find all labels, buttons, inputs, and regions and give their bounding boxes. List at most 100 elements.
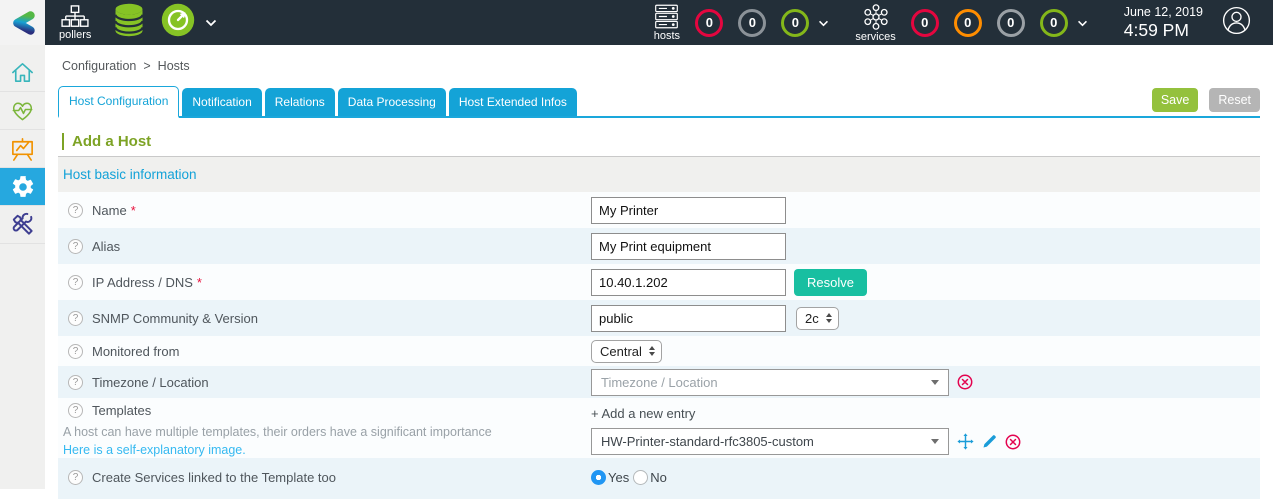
- form-row-snmp: ? SNMP Community & Version 2c: [58, 300, 1260, 336]
- form-row-ip-address: ? IP Address / DNS* Resolve: [58, 264, 1260, 300]
- sidebar: [0, 45, 45, 489]
- services-critical-counter[interactable]: 0: [910, 8, 939, 37]
- save-button[interactable]: Save: [1151, 88, 1199, 112]
- tab-host-extended-infos[interactable]: Host Extended Infos: [448, 88, 577, 116]
- hosts-up-counter[interactable]: 0: [781, 8, 810, 37]
- host-form: Host basic information ? Name* ? Alias: [58, 156, 1260, 499]
- breadcrumb-separator: >: [143, 59, 151, 73]
- timezone-clear-button[interactable]: [957, 374, 973, 390]
- user-profile-button[interactable]: [1222, 6, 1251, 40]
- hosts-unreachable-counter[interactable]: 0: [738, 8, 767, 37]
- main-content: Configuration > Hosts Host Configuration N…: [45, 45, 1273, 499]
- heading-bar: [62, 133, 64, 150]
- gauge-status-icon[interactable]: [160, 2, 196, 43]
- create-services-label: Create Services linked to the Template t…: [92, 470, 337, 485]
- remove-circle-icon: [1005, 434, 1021, 449]
- poller-chevron-down-icon[interactable]: [205, 14, 217, 32]
- template-remove-button[interactable]: [1005, 434, 1021, 450]
- heart-pulse-icon: [12, 102, 33, 121]
- services-unknown-counter[interactable]: 0: [996, 8, 1025, 37]
- help-icon[interactable]: ?: [68, 238, 83, 254]
- remove-circle-icon: [957, 374, 973, 390]
- user-icon: [1222, 6, 1251, 34]
- tab-notification[interactable]: Notification: [182, 88, 262, 116]
- reset-button[interactable]: Reset: [1209, 88, 1260, 112]
- select-stepper-icon: [825, 313, 832, 323]
- dropdown-caret-icon: [931, 439, 939, 444]
- help-icon[interactable]: ?: [68, 310, 83, 326]
- gear-icon: [12, 175, 33, 197]
- help-icon[interactable]: ?: [68, 374, 83, 390]
- page-title: Add a Host: [62, 133, 1260, 150]
- templates-note-link[interactable]: Here is a self-explanatory image.: [63, 443, 591, 458]
- pencil-icon: [983, 435, 996, 448]
- radio-yes[interactable]: [591, 470, 606, 485]
- pollers-label: pollers: [59, 28, 92, 41]
- database-status-icon[interactable]: [111, 2, 147, 43]
- breadcrumb-hosts[interactable]: Hosts: [158, 59, 190, 73]
- add-template-link[interactable]: + Add a new entry: [591, 406, 1250, 421]
- snmp-label: SNMP Community & Version: [92, 310, 258, 326]
- breadcrumb-configuration[interactable]: Configuration: [62, 59, 136, 73]
- pollers-icon: [61, 4, 89, 27]
- top-bar: pollers hosts 0 0 0 services 0 0 0 0 Jun…: [0, 0, 1273, 45]
- form-row-create-services: ? Create Services linked to the Template…: [58, 458, 1260, 499]
- hosts-chevron-down-icon[interactable]: [818, 14, 829, 32]
- snmp-community-input[interactable]: [591, 304, 786, 332]
- tab-relations[interactable]: Relations: [264, 88, 335, 116]
- snmp-version-select[interactable]: 2c: [796, 306, 839, 330]
- tab-bar: Host Configuration Notification Relation…: [58, 86, 1260, 118]
- home-icon: [12, 63, 33, 82]
- timezone-select[interactable]: Timezone / Location: [591, 368, 949, 396]
- sidebar-item-reporting[interactable]: [0, 130, 45, 168]
- help-icon[interactable]: ?: [68, 343, 83, 359]
- sidebar-item-configuration[interactable]: [0, 168, 45, 206]
- pollers-menu[interactable]: pollers: [59, 4, 92, 41]
- sidebar-item-administration[interactable]: [0, 206, 45, 244]
- tab-data-processing[interactable]: Data Processing: [337, 88, 446, 116]
- ip-address-input[interactable]: [591, 268, 786, 296]
- help-icon[interactable]: ?: [68, 274, 83, 290]
- hosts-label: hosts: [653, 30, 681, 42]
- date-text: June 12, 2019: [1123, 4, 1203, 19]
- services-menu[interactable]: services: [855, 3, 896, 43]
- sidebar-item-monitoring[interactable]: [0, 92, 45, 130]
- name-label: Name *: [92, 202, 136, 218]
- resolve-button[interactable]: Resolve: [794, 268, 867, 296]
- help-icon[interactable]: ?: [68, 403, 83, 418]
- services-warning-counter[interactable]: 0: [953, 8, 982, 37]
- section-host-basic-information: Host basic information: [58, 157, 1260, 192]
- hosts-menu[interactable]: hosts: [653, 3, 680, 42]
- template-select[interactable]: HW-Printer-standard-rfc3805-custom: [591, 428, 949, 455]
- required-asterisk: *: [130, 202, 136, 218]
- form-row-templates: ? Templates A host can have multiple tem…: [58, 398, 1260, 458]
- templates-note: A host can have multiple templates, thei…: [63, 425, 591, 458]
- radio-no[interactable]: [633, 470, 649, 485]
- alias-label: Alias: [92, 238, 121, 254]
- tab-host-configuration[interactable]: Host Configuration: [58, 86, 180, 118]
- services-label: services: [855, 30, 896, 43]
- clock: June 12, 2019 4:59 PM: [1124, 5, 1203, 41]
- radio-yes-label: Yes: [608, 470, 630, 485]
- help-icon[interactable]: ?: [68, 202, 83, 218]
- monitored-from-select[interactable]: Central: [591, 339, 662, 363]
- alias-input[interactable]: [591, 232, 786, 260]
- select-stepper-icon: [648, 346, 655, 356]
- move-icon: [957, 433, 974, 450]
- sidebar-item-home[interactable]: [0, 54, 45, 92]
- breadcrumb: Configuration > Hosts: [62, 59, 1260, 73]
- centreon-logo[interactable]: [0, 0, 45, 45]
- help-icon[interactable]: ?: [68, 470, 83, 485]
- hosts-down-counter[interactable]: 0: [695, 8, 724, 37]
- timezone-label: Timezone / Location: [92, 374, 209, 390]
- name-input[interactable]: [591, 196, 786, 224]
- services-ok-counter[interactable]: 0: [1039, 8, 1068, 37]
- hosts-icon: [655, 4, 679, 29]
- template-edit-button[interactable]: [982, 434, 997, 449]
- services-chevron-down-icon[interactable]: [1077, 14, 1088, 32]
- centreon-logo-icon: [12, 10, 35, 35]
- template-move-button[interactable]: [957, 433, 974, 450]
- form-row-monitored-from: ? Monitored from Central: [58, 336, 1260, 366]
- ip-label: IP Address / DNS *: [92, 274, 202, 290]
- dropdown-caret-icon: [931, 379, 939, 385]
